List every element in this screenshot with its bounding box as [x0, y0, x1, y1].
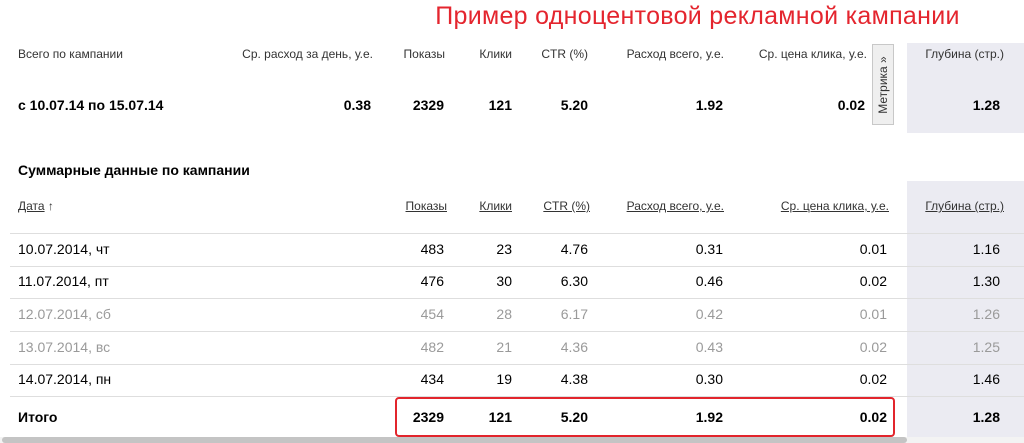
total-spend-cell: 0.43 — [695, 339, 723, 355]
impressions-cell: 483 — [420, 241, 444, 257]
page-title: Пример одноцентовой рекламной кампании — [435, 2, 960, 30]
overview-depth: 1.28 — [972, 97, 1000, 113]
impressions-cell: 476 — [420, 273, 444, 289]
sort-by-avg-cpc-link[interactable]: Ср. цена клика, у.е. — [781, 199, 889, 213]
avg-cpc-cell: 0.01 — [859, 241, 887, 257]
depth-cell: 1.26 — [972, 306, 1000, 322]
overview-clicks: 121 — [488, 97, 512, 113]
ctr-cell: 6.17 — [560, 306, 588, 322]
clicks-cell: 21 — [496, 339, 512, 355]
total-spend-cell: 0.31 — [695, 241, 723, 257]
avg-cpc-cell: 0.02 — [859, 273, 887, 289]
overview-header-impressions: Показы — [403, 47, 445, 61]
total-spend-cell: 0.42 — [695, 306, 723, 322]
overview-header-campaign: Всего по кампании — [18, 47, 123, 61]
clicks-cell: 30 — [496, 273, 512, 289]
row-divider — [10, 298, 1024, 299]
overview-avg-cpc: 0.02 — [837, 97, 865, 113]
metrika-label: Метрика » — [876, 55, 890, 114]
date-header-label: Дата — [18, 199, 45, 213]
overview-impressions: 2329 — [412, 97, 444, 113]
date-cell: 14.07.2014, пн — [18, 371, 112, 387]
overview-header-clicks: Клики — [479, 47, 512, 61]
date-cell: 13.07.2014, вс — [18, 339, 111, 355]
ctr-cell: 6.30 — [560, 273, 588, 289]
date-cell: 12.07.2014, сб — [18, 306, 111, 322]
sort-by-total-spend-link[interactable]: Расход всего, у.е. — [627, 199, 724, 213]
date-cell: 11.07.2014, пт — [18, 273, 109, 289]
row-divider — [10, 233, 1024, 234]
overview-header-avg-daily-spend: Ср. расход за день, у.е. — [242, 47, 373, 61]
depth-cell: 1.46 — [972, 371, 1000, 387]
impressions-cell: 482 — [420, 339, 444, 355]
overview-avg-daily-spend: 0.38 — [343, 97, 371, 113]
overview-ctr: 5.20 — [560, 97, 588, 113]
ctr-cell: 4.36 — [560, 339, 588, 355]
overview-header-avg-cpc: Ср. цена клика, у.е. — [758, 47, 867, 61]
total-label: Итого — [18, 409, 58, 425]
overview-header-ctr: CTR (%) — [541, 47, 588, 61]
horizontal-scrollbar-thumb[interactable] — [2, 437, 907, 443]
depth-column-bg — [907, 181, 1024, 443]
overview-period: с 10.07.14 по 15.07.14 — [18, 97, 164, 113]
summary-section-title: Суммарные данные по кампании — [18, 162, 250, 178]
impressions-cell: 454 — [420, 306, 444, 322]
overview-header-depth: Глубина (стр.) — [925, 47, 1004, 61]
row-divider — [10, 364, 1024, 365]
impressions-cell: 434 — [420, 371, 444, 387]
sort-by-date-link[interactable]: Дата ↑ — [18, 199, 54, 213]
depth-cell: 1.16 — [972, 241, 1000, 257]
clicks-cell: 19 — [496, 371, 512, 387]
clicks-cell: 23 — [496, 241, 512, 257]
total-spend-cell: 0.46 — [695, 273, 723, 289]
avg-cpc-cell: 0.01 — [859, 306, 887, 322]
ctr-cell: 4.76 — [560, 241, 588, 257]
total-spend-cell: 0.30 — [695, 371, 723, 387]
metrika-tab[interactable]: Метрика » — [872, 44, 894, 125]
depth-cell: 1.25 — [972, 339, 1000, 355]
overview-header-total-spend: Расход всего, у.е. — [626, 47, 724, 61]
sort-arrow-icon: ↑ — [47, 199, 54, 213]
date-cell: 10.07.2014, чт — [18, 241, 110, 257]
avg-cpc-cell: 0.02 — [859, 371, 887, 387]
sort-by-depth-link[interactable]: Глубина (стр.) — [925, 199, 1004, 213]
avg-cpc-cell: 0.02 — [859, 339, 887, 355]
ctr-cell: 4.38 — [560, 371, 588, 387]
sort-by-clicks-link[interactable]: Клики — [479, 199, 512, 213]
depth-cell: 1.30 — [972, 273, 1000, 289]
clicks-cell: 28 — [496, 306, 512, 322]
row-divider — [10, 266, 1024, 267]
sort-by-ctr-link[interactable]: CTR (%) — [543, 199, 590, 213]
overview-total-spend: 1.92 — [695, 97, 723, 113]
totals-highlight-box — [395, 397, 895, 437]
total-depth: 1.28 — [972, 409, 1000, 425]
sort-by-impressions-link[interactable]: Показы — [406, 199, 447, 213]
row-divider — [10, 331, 1024, 332]
